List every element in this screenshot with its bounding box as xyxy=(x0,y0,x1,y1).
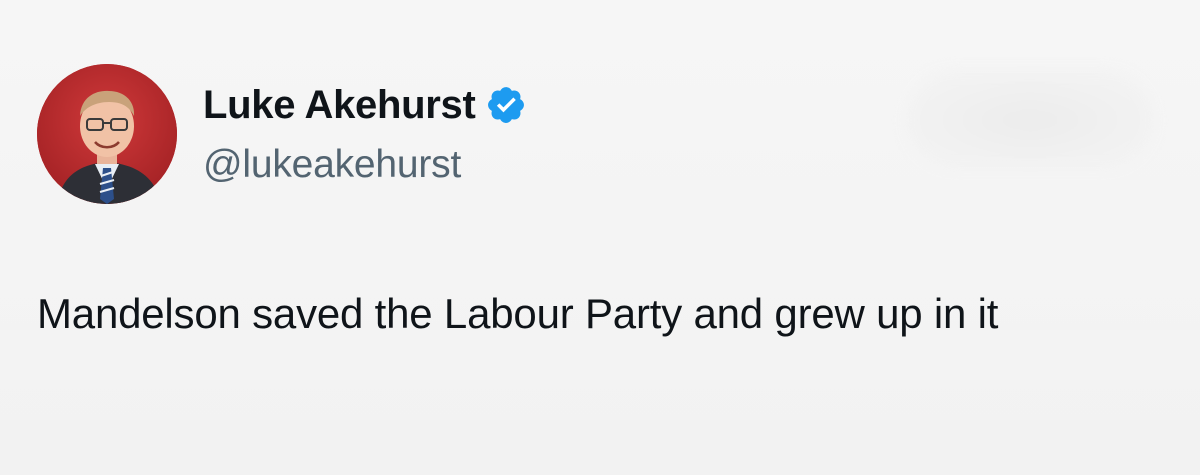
display-name[interactable]: Luke Akehurst xyxy=(203,80,476,130)
profile-photo-icon xyxy=(37,64,177,204)
follow-button[interactable] xyxy=(905,70,1155,170)
avatar[interactable] xyxy=(37,64,177,204)
display-name-row: Luke Akehurst xyxy=(203,80,527,130)
tweet-card: Luke Akehurst @lukeakehurst Mandelson sa… xyxy=(0,0,1200,475)
tweet-text: Mandelson saved the Labour Party and gre… xyxy=(37,290,999,337)
verified-badge-icon xyxy=(485,84,527,126)
user-handle[interactable]: @lukeakehurst xyxy=(203,141,461,189)
